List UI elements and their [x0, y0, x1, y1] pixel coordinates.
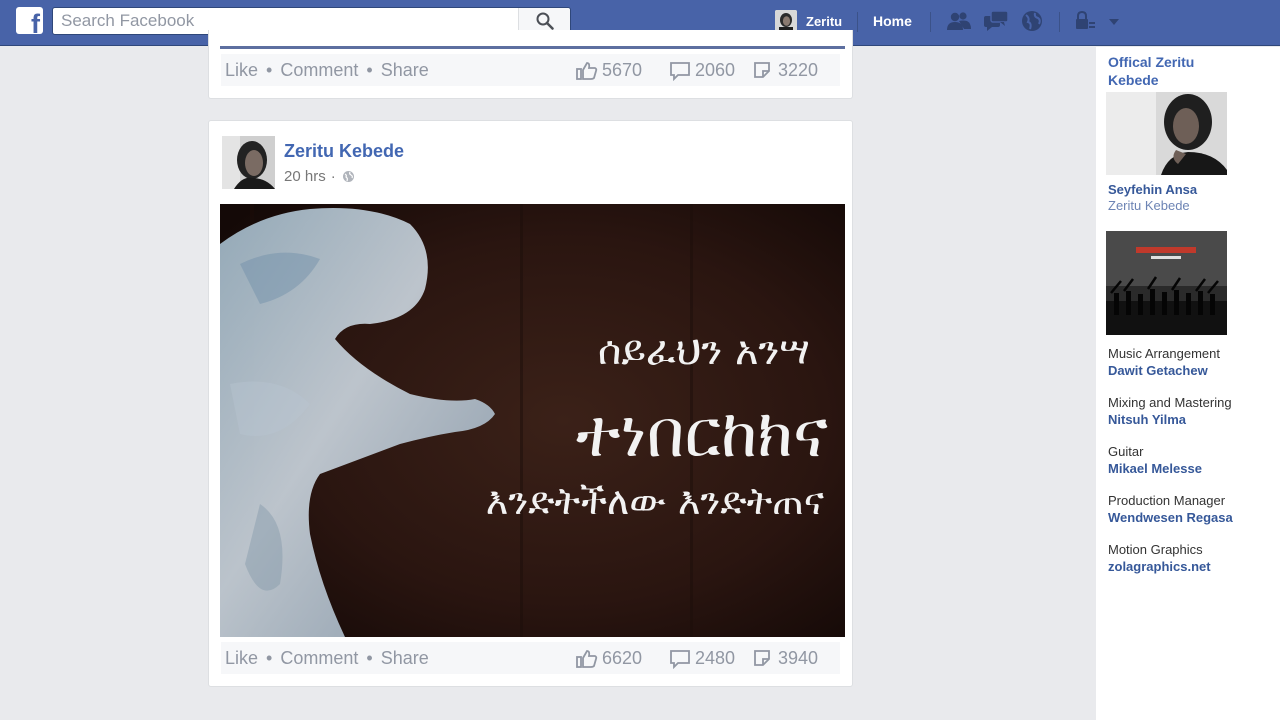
author-avatar[interactable] — [222, 136, 275, 189]
featured-song-title[interactable]: Seyfehin Ansa — [1108, 182, 1197, 197]
post-action-bar: Like • Comment • Share 6620 2480 3940 — [221, 642, 840, 674]
divider — [1059, 12, 1060, 32]
shares-count[interactable]: 3220 — [752, 60, 818, 81]
album-cover[interactable] — [1106, 231, 1227, 335]
share-icon — [754, 61, 770, 78]
previous-post-image-edge — [220, 46, 845, 49]
comment-link[interactable]: Comment — [280, 60, 358, 80]
share-link[interactable]: Share — [381, 60, 429, 80]
post-action-bar: Like • Comment • Share 5670 2060 3220 — [221, 54, 840, 86]
separator: • — [366, 60, 373, 80]
image-text-line2: ተነበርከክና — [576, 395, 828, 472]
profile-name: Zeritu — [806, 13, 843, 29]
credit-music-arrangement: Music Arrangement Dawit Getachew — [1108, 345, 1278, 379]
credit-name-link[interactable]: Nitsuh Yilma — [1108, 411, 1278, 428]
credit-guitar: Guitar Mikael Melesse — [1108, 443, 1278, 477]
separator: • — [266, 60, 273, 80]
divider — [930, 12, 931, 32]
post-author-name[interactable]: Zeritu Kebede — [284, 141, 404, 162]
credit-name-link[interactable]: Wendwesen Regasa — [1108, 509, 1278, 526]
likes-count[interactable]: 5670 — [576, 60, 642, 81]
divider — [857, 12, 858, 32]
account-menu-caret-icon[interactable] — [1106, 10, 1122, 32]
comments-count[interactable]: 2480 — [669, 648, 735, 669]
credit-mixing-mastering: Mixing and Mastering Nitsuh Yilma — [1108, 394, 1278, 428]
avatar — [775, 10, 797, 32]
messages-icon[interactable] — [983, 10, 1009, 32]
share-icon — [754, 649, 770, 666]
post-timestamp[interactable]: 20 hrs · — [284, 168, 355, 185]
facebook-logo[interactable]: f — [16, 7, 43, 34]
comment-link[interactable]: Comment — [280, 648, 358, 668]
share-link[interactable]: Share — [381, 648, 429, 668]
comment-bubble-icon — [670, 649, 690, 669]
image-text-line1: ሰይፈህን አንሣ — [598, 328, 810, 374]
image-text-line3: እንድትችለው እንድትጠና — [486, 479, 824, 523]
likes-count[interactable]: 6620 — [576, 648, 642, 669]
thumbs-up-icon — [576, 649, 598, 668]
right-sidebar: Offical Zeritu Kebede Seyfehin Ansa Zeri… — [1096, 47, 1280, 720]
credit-name-link[interactable]: zolagraphics.net — [1108, 558, 1278, 575]
like-link[interactable]: Like — [225, 648, 258, 668]
shares-count[interactable]: 3940 — [752, 648, 818, 669]
credit-role: Guitar — [1108, 444, 1144, 459]
notifications-globe-icon[interactable] — [1020, 10, 1046, 32]
globe-icon — [342, 171, 354, 182]
search-icon — [536, 12, 554, 30]
like-link[interactable]: Like — [225, 60, 258, 80]
credit-role: Music Arrangement — [1108, 346, 1220, 361]
featured-artist[interactable]: Zeritu Kebede — [1108, 198, 1190, 213]
credit-name-link[interactable]: Mikael Melesse — [1108, 460, 1278, 477]
comment-bubble-icon — [670, 61, 690, 81]
friend-requests-icon[interactable] — [946, 10, 972, 32]
credit-role: Mixing and Mastering — [1108, 395, 1232, 410]
post-actions: Like • Comment • Share — [225, 60, 429, 81]
separator: · — [330, 168, 336, 185]
sidebar-title[interactable]: Offical Zeritu Kebede — [1108, 53, 1228, 89]
home-link[interactable]: Home — [873, 13, 912, 29]
credit-motion-graphics: Motion Graphics zolagraphics.net — [1108, 541, 1278, 575]
previous-post-card: Like • Comment • Share 5670 2060 3220 — [208, 30, 853, 99]
thumbs-up-icon — [576, 61, 598, 80]
credit-role: Motion Graphics — [1108, 542, 1203, 557]
privacy-lock-icon[interactable] — [1074, 10, 1100, 32]
credit-production-manager: Production Manager Wendwesen Regasa — [1108, 492, 1278, 526]
artist-photo[interactable] — [1106, 92, 1227, 175]
post-image[interactable]: ሰይፈህን አንሣ ተነበርከክና እንድትችለው እንድትጠና — [220, 204, 845, 637]
post-card: Zeritu Kebede 20 hrs · ሰይፈህን አንሣ ተነበርከክና… — [208, 120, 853, 687]
post-actions: Like • Comment • Share — [225, 648, 429, 669]
credit-role: Production Manager — [1108, 493, 1226, 508]
separator: • — [266, 648, 273, 668]
comments-count[interactable]: 2060 — [669, 60, 735, 81]
credit-name-link[interactable]: Dawit Getachew — [1108, 362, 1278, 379]
separator: • — [366, 648, 373, 668]
